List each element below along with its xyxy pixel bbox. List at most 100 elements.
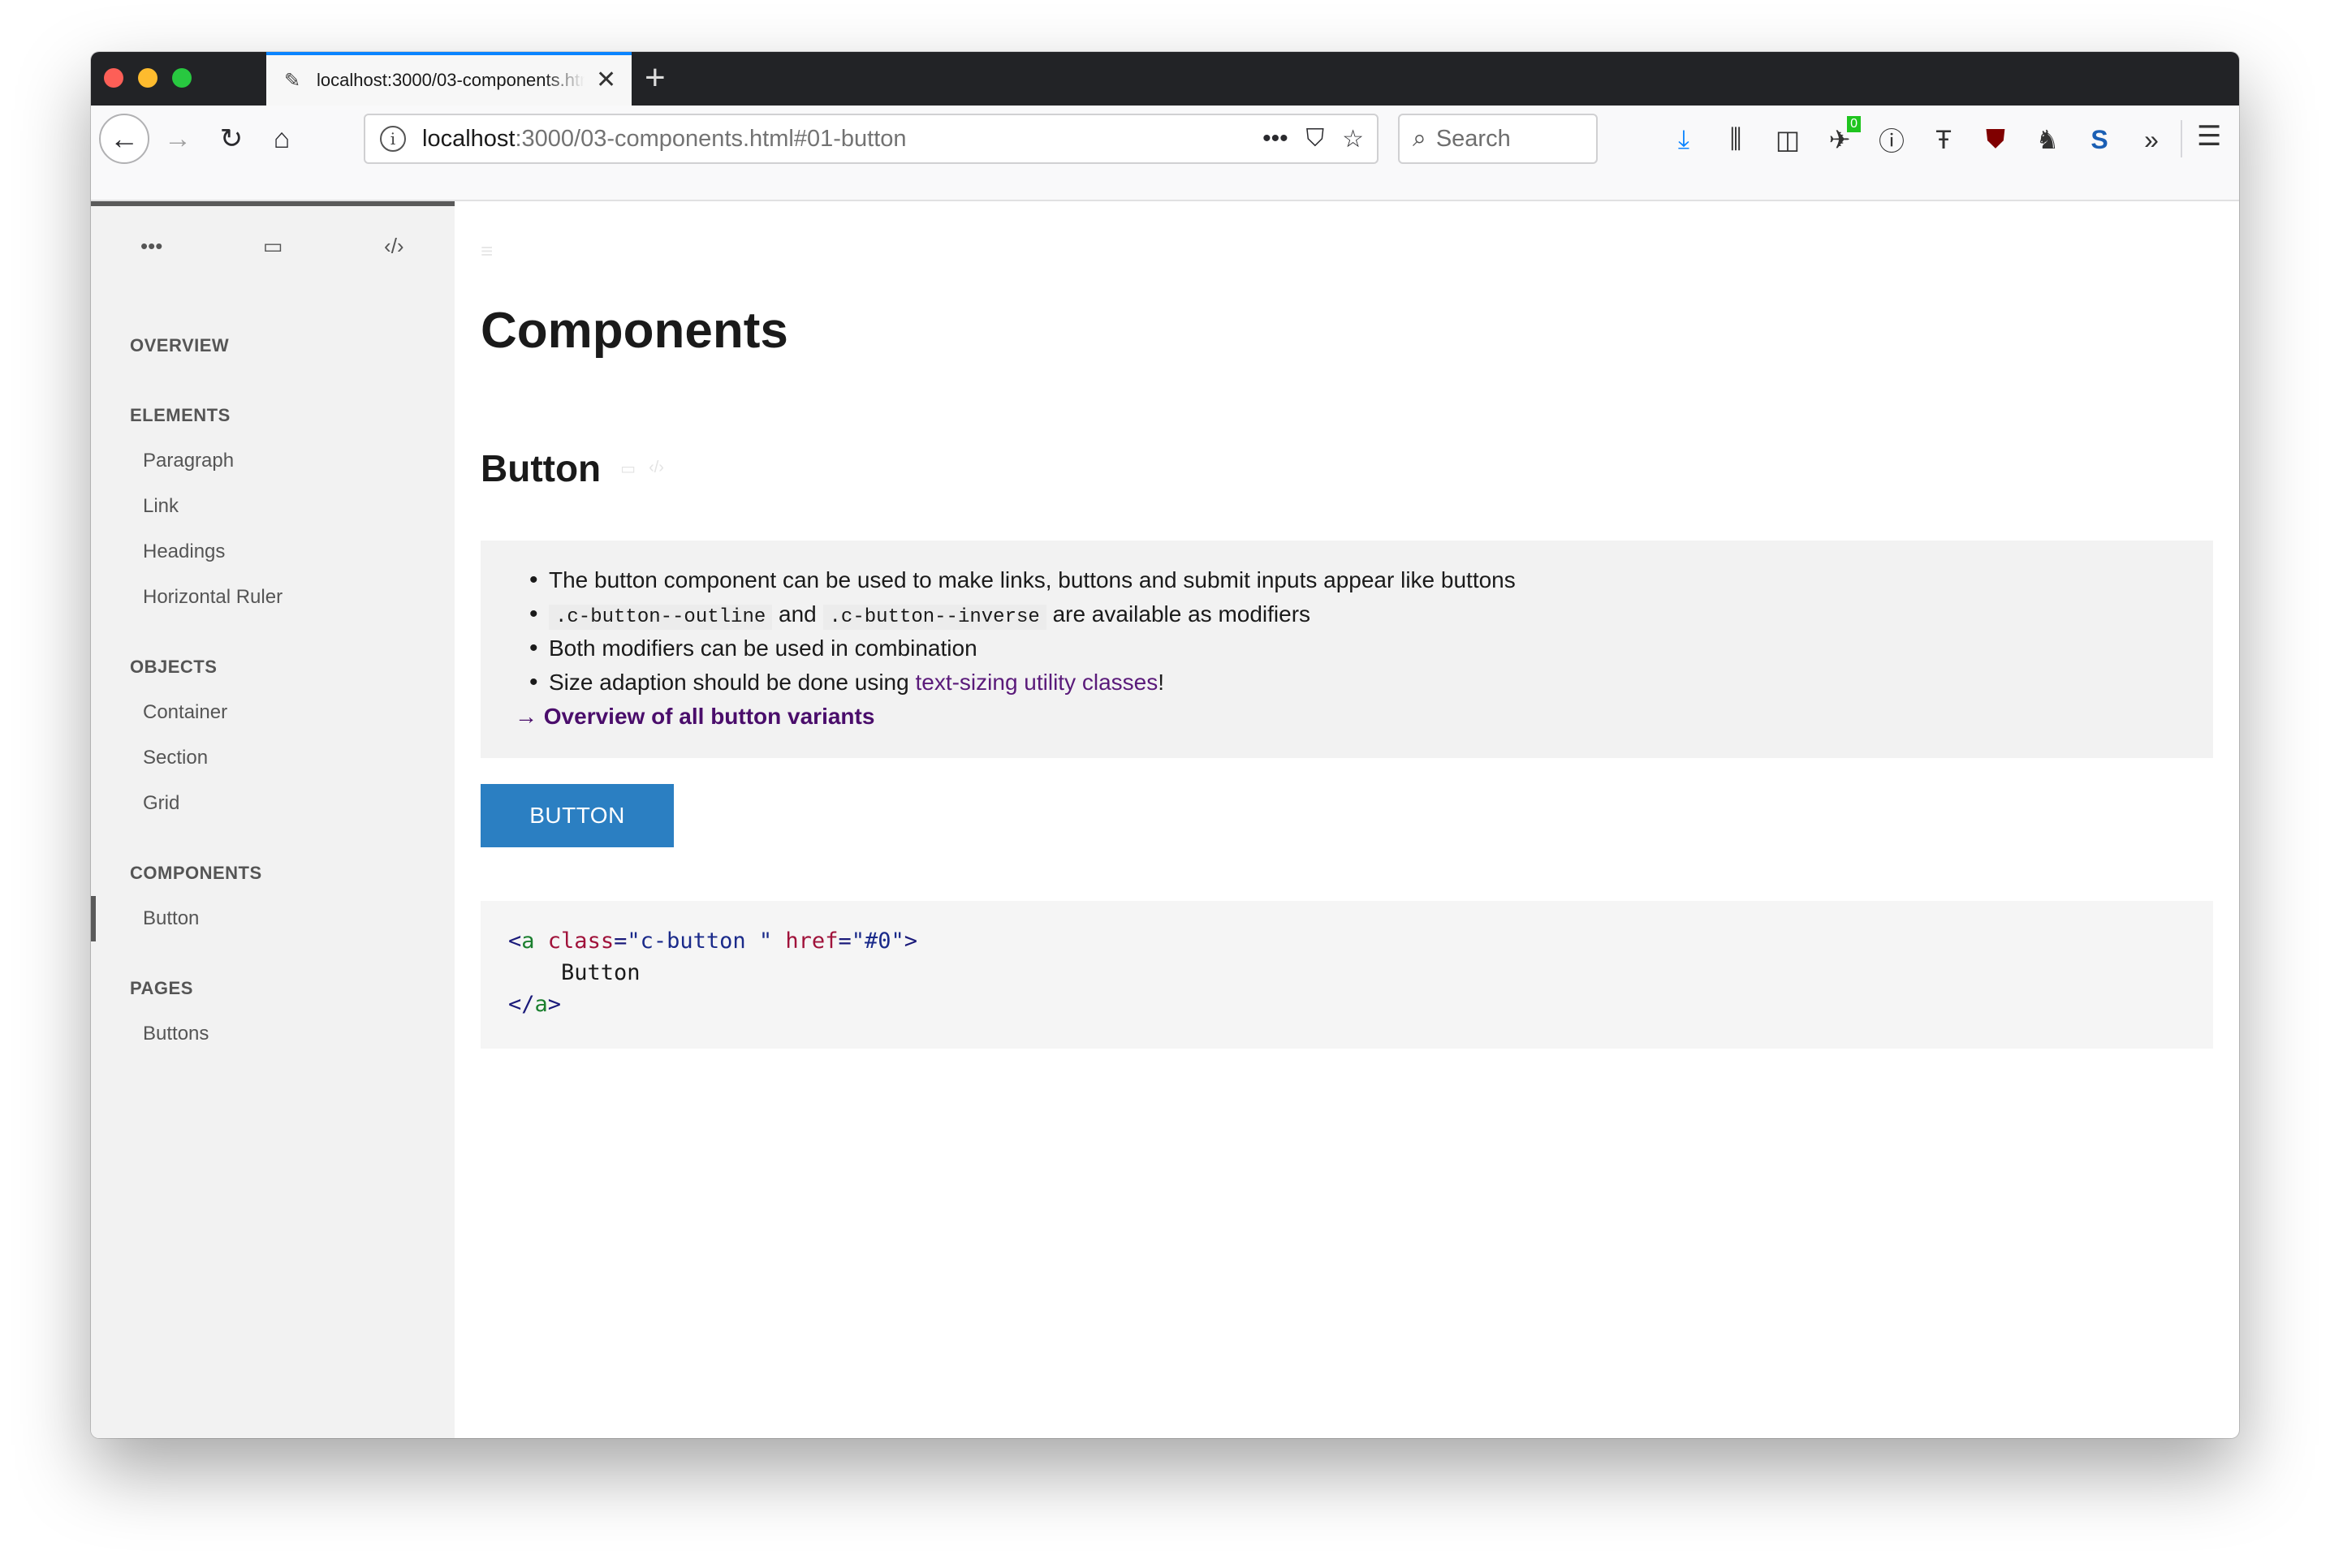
nav-group-pages[interactable]: PAGES: [91, 966, 455, 1011]
pocket-icon[interactable]: ⛉: [1306, 125, 1325, 153]
evernote-icon[interactable]: ♞: [2021, 124, 2073, 155]
url-text[interactable]: localhost:3000/03-components.html#01-but…: [422, 126, 1262, 153]
component-notes: The button component can be used to make…: [481, 541, 2213, 758]
text-sizing-link[interactable]: text-sizing utility classes: [915, 670, 1158, 695]
sidebar-item-horizontal-ruler[interactable]: Horizontal Ruler: [91, 575, 455, 620]
overflow-chevron-icon[interactable]: »: [2125, 125, 2177, 155]
code-token: Button: [561, 960, 641, 985]
search-icon: ⌕: [1413, 125, 1426, 152]
sidebar: ••• ▭ ‹/› OVERVIEW ELEMENTS Paragraph Li…: [91, 201, 455, 1438]
note-text: Size adaption should be done using: [549, 670, 916, 695]
note-text: !: [1158, 670, 1165, 695]
toggle-sidebar-icon[interactable]: ≡: [481, 239, 493, 264]
code-token: a: [534, 992, 548, 1017]
demo-button[interactable]: BUTTON: [481, 784, 674, 847]
code-token: "#0": [851, 928, 904, 954]
nav-group-objects[interactable]: OBJECTS: [91, 644, 455, 690]
sidebar-item-grid[interactable]: Grid: [91, 781, 455, 826]
home-button[interactable]: ⌂: [261, 118, 302, 159]
download-icon[interactable]: ⤓: [1658, 124, 1710, 155]
inline-code: .c-button--outline: [549, 605, 773, 630]
extension-icon[interactable]: ✈ 0: [1814, 116, 1866, 155]
sidebar-item-headings[interactable]: Headings: [91, 529, 455, 575]
inline-code: .c-button--inverse: [822, 605, 1046, 630]
toolbar-icons: ⤓ ⫼ ◫ ✈ 0 ⓘ Ŧ ⛊ ♞ S »: [1658, 116, 2177, 162]
code-token: class: [547, 928, 615, 954]
maximize-window-button[interactable]: [172, 68, 192, 88]
list-item: The button component can be used to make…: [515, 563, 2179, 597]
nav-group-components[interactable]: COMPONENTS: [91, 851, 455, 896]
ublock-icon[interactable]: ⛊: [1970, 124, 2021, 155]
sidebar-item-buttons[interactable]: Buttons: [91, 1011, 455, 1057]
code-token: >: [547, 992, 562, 1017]
sidebar-item-paragraph[interactable]: Paragraph: [91, 438, 455, 484]
overview-variants-link[interactable]: → Overview of all button variants: [515, 700, 2179, 734]
url-actions: ••• ⛉ ☆: [1262, 125, 1364, 153]
code-token: </: [508, 992, 535, 1017]
close-tab-icon[interactable]: ✕: [596, 68, 616, 93]
code-token: "c-button ": [627, 928, 773, 954]
sidebar-top-line: [91, 201, 455, 206]
feather-icon: ✎: [284, 69, 301, 92]
extension-badge: 0: [1847, 116, 1861, 132]
title-bar: ✎ localhost:3000/03-components.html#01-b…: [91, 52, 2239, 106]
list-item: Size adaption should be done using text-…: [515, 666, 2179, 700]
nav-group-overview[interactable]: OVERVIEW: [91, 323, 455, 368]
url-host: localhost: [422, 125, 516, 152]
list-item: .c-button--outline and .c-button--invers…: [515, 597, 2179, 631]
window-controls: [104, 68, 192, 88]
code-token: =: [838, 928, 852, 954]
toolbar-divider: [2181, 120, 2182, 157]
bookmark-star-icon[interactable]: ☆: [1342, 125, 1364, 153]
note-text: and: [779, 601, 817, 627]
back-button[interactable]: ←: [99, 114, 149, 164]
page-title: Components: [481, 303, 788, 359]
info-icon[interactable]: i: [380, 126, 406, 152]
search-placeholder: Search: [1435, 125, 1511, 152]
code-token: a: [521, 928, 535, 954]
section-tools: ▭ ‹/›: [620, 459, 664, 479]
sidebar-icon[interactable]: ◫: [1762, 124, 1814, 155]
reload-button[interactable]: ↻: [211, 118, 252, 159]
comment-icon[interactable]: ▭: [620, 459, 636, 479]
code-token: <: [508, 928, 522, 954]
more-icon[interactable]: •••: [91, 234, 212, 259]
sidebar-item-section[interactable]: Section: [91, 735, 455, 781]
code-icon[interactable]: ‹/›: [649, 459, 664, 479]
s-extension-icon[interactable]: S: [2073, 125, 2125, 155]
notes-list: The button component can be used to make…: [515, 563, 2179, 700]
url-bar[interactable]: i localhost:3000/03-components.html#01-b…: [364, 114, 1379, 164]
code-token: href: [785, 928, 839, 954]
code-sample: <a class="c-button " href="#0"> Button <…: [481, 901, 2213, 1049]
code-token: =: [614, 928, 628, 954]
browser-window: ✎ localhost:3000/03-components.html#01-b…: [91, 52, 2239, 1438]
section-header: Button ▭ ‹/›: [481, 446, 664, 490]
list-item: Both modifiers can be used in combinatio…: [515, 631, 2179, 666]
library-icon[interactable]: ⫼: [1710, 124, 1762, 155]
sidebar-item-container[interactable]: Container: [91, 690, 455, 735]
forward-button[interactable]: →: [157, 118, 198, 159]
new-tab-button[interactable]: +: [645, 58, 666, 97]
tab-active[interactable]: ✎ localhost:3000/03-components.html#01-b…: [266, 52, 632, 106]
nav-toolbar: ← → ↻ ⌂ i localhost:3000/03-components.h…: [91, 106, 2239, 201]
note-text: Both modifiers can be used in combinatio…: [549, 635, 977, 661]
sidebar-tools: ••• ▭ ‹/›: [91, 234, 455, 259]
hamburger-menu-icon[interactable]: ☰: [2197, 120, 2221, 153]
section-title: Button: [481, 447, 602, 489]
typography-icon[interactable]: Ŧ: [1918, 125, 1970, 155]
sidebar-item-button[interactable]: Button: [91, 896, 455, 941]
sidebar-item-link[interactable]: Link: [91, 484, 455, 529]
page-actions-icon[interactable]: •••: [1262, 125, 1288, 153]
close-window-button[interactable]: [104, 68, 123, 88]
comment-icon[interactable]: ▭: [212, 234, 333, 259]
minimize-window-button[interactable]: [138, 68, 157, 88]
tab-title: localhost:3000/03-components.html#01-but…: [317, 70, 585, 90]
url-path: :3000/03-components.html#01-button: [515, 125, 907, 152]
note-text: The button component can be used to make…: [549, 567, 1516, 592]
code-icon[interactable]: ‹/›: [334, 234, 455, 259]
nav-group-elements[interactable]: ELEMENTS: [91, 393, 455, 438]
password-manager-icon[interactable]: ⓘ: [1866, 121, 1918, 158]
search-bar[interactable]: ⌕ Search: [1398, 114, 1598, 164]
page-viewport: ••• ▭ ‹/› OVERVIEW ELEMENTS Paragraph Li…: [91, 201, 2239, 1438]
code-token: >: [904, 928, 918, 954]
